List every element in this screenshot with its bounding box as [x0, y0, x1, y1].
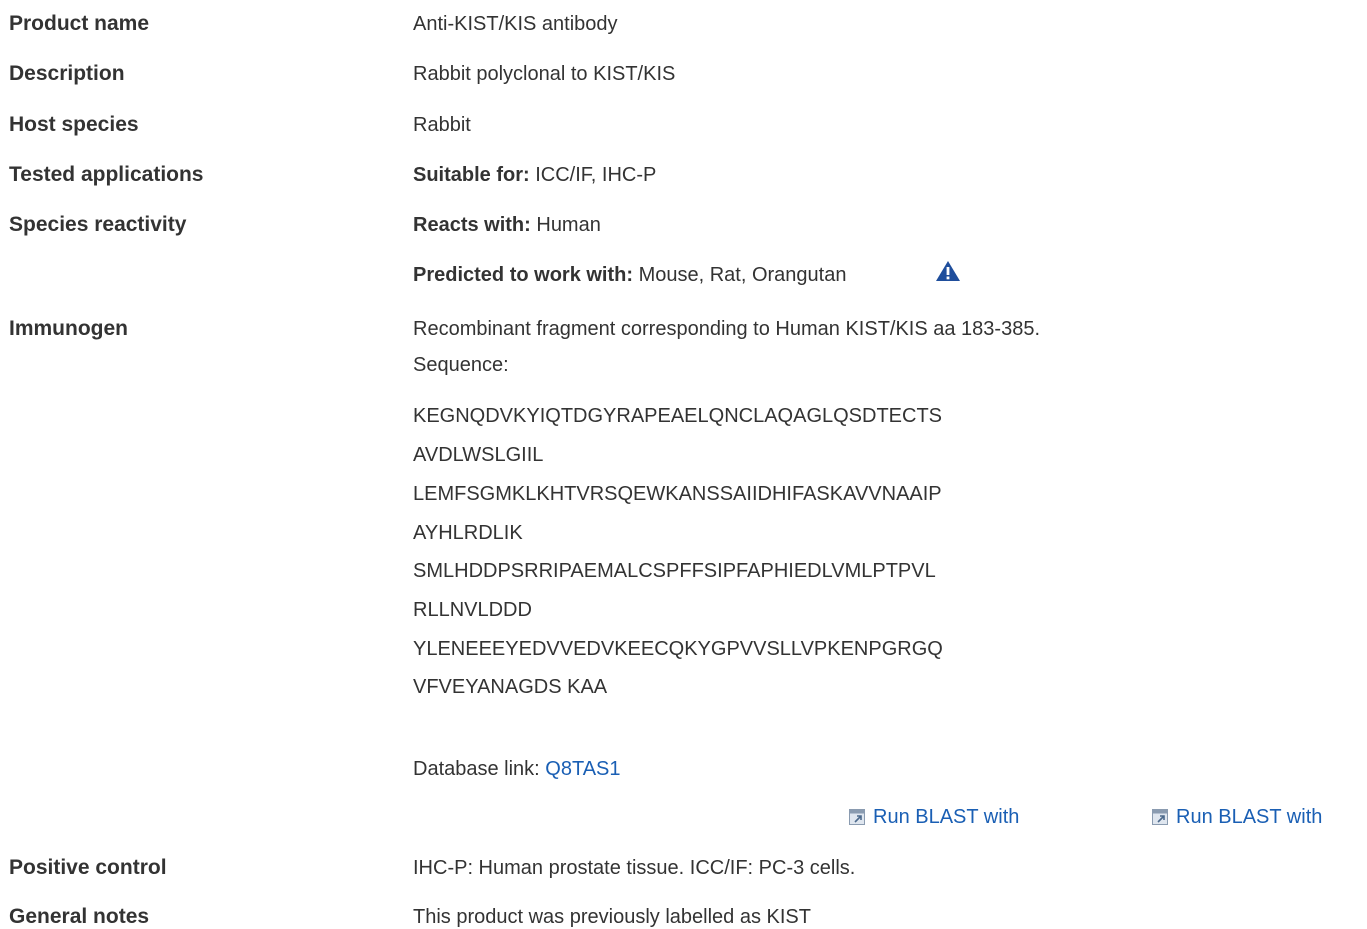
immunogen-description: Recombinant fragment corresponding to Hu… [413, 318, 1041, 340]
sequence-line-4: AYHLRDLIK [413, 522, 523, 544]
database-link-prefix: Database link: [413, 758, 546, 780]
sequence-line-7: YLENEEEYEDVVEDVKEECQKYGPVVSLLVPKENPGRGQ [413, 638, 943, 660]
host-species-value: Rabbit [413, 114, 471, 136]
external-window-icon [849, 809, 865, 825]
positive-control-label: Positive control [9, 856, 167, 879]
predicted-prefix: Predicted to work with: [413, 264, 634, 286]
sequence-line-6: RLLNVLDDD [413, 599, 532, 621]
description-label: Description [9, 62, 125, 85]
sequence-line-1: KEGNQDVKYIQTDGYRAPEAELQNCLAQAGLQSDTECTS [413, 405, 943, 427]
run-blast-label-1: Run BLAST with [873, 806, 1020, 828]
description-value: Rabbit polyclonal to KIST/KIS [413, 63, 676, 85]
sequence-line-8: VFVEYANAGDS KAA [413, 676, 608, 698]
positive-control-value: IHC-P: Human prostate tissue. ICC/IF: PC… [413, 857, 856, 879]
tested-applications-label: Tested applications [9, 163, 204, 186]
general-notes-value: This product was previously labelled as … [413, 906, 811, 928]
sequence-line-2: AVDLWSLGIIL [413, 444, 544, 466]
suitable-for-text: ICC/IF, IHC-P [529, 164, 657, 186]
run-blast-label-2: Run BLAST with [1176, 806, 1323, 828]
predicted-text: Mouse, Rat, Orangutan [633, 264, 847, 286]
warning-triangle-icon[interactable] [935, 260, 961, 282]
reacts-with-prefix: Reacts with: [413, 214, 531, 236]
run-blast-button-2[interactable]: Run BLAST with [1152, 806, 1322, 829]
species-reactivity-label: Species reactivity [9, 213, 187, 236]
reacts-with-value: Reacts with: Human [413, 214, 601, 237]
host-species-label: Host species [9, 113, 139, 136]
predicted-value: Predicted to work with: Mouse, Rat, Oran… [413, 264, 846, 287]
product-name-value: Anti-KIST/KIS antibody [413, 13, 618, 35]
sequence-label: Sequence: [413, 354, 509, 376]
immunogen-label: Immunogen [9, 317, 128, 340]
external-window-icon [1152, 809, 1168, 825]
database-link-row: Database link: Q8TAS1 [413, 758, 621, 781]
tested-applications-value: Suitable for: ICC/IF, IHC-P [413, 164, 656, 187]
sequence-line-3: LEMFSGMKLKHTVRSQEWKANSSAIIDHIFASKAVVNAAI… [413, 483, 942, 505]
general-notes-label: General notes [9, 905, 150, 928]
run-blast-button-1[interactable]: Run BLAST with [849, 806, 1019, 829]
database-link-q8tas1[interactable]: Q8TAS1 [545, 758, 620, 780]
reacts-with-text: Human [530, 214, 601, 236]
product-name-label: Product name [9, 12, 150, 35]
sequence-line-5: SMLHDDPSRRIPAEMALCSPFFSIPFAPHIEDLVMLPTPV… [413, 560, 936, 582]
suitable-for-prefix: Suitable for: [413, 164, 530, 186]
